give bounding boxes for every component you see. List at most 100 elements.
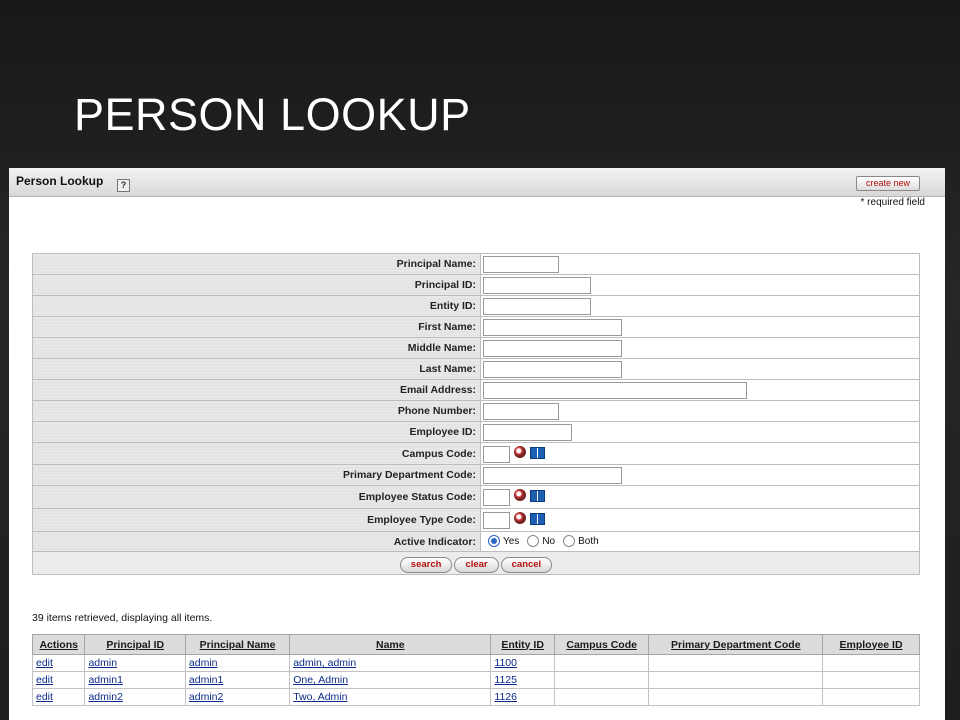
direct-inquiry-book-icon[interactable] bbox=[530, 446, 545, 459]
search-lookup-icon[interactable] bbox=[514, 489, 526, 501]
last-name-input[interactable] bbox=[483, 361, 622, 378]
campus-code-input[interactable] bbox=[483, 445, 510, 463]
table-row: edit admin1 admin1 One, Admin 1125 bbox=[31, 671, 920, 689]
column-header-principal-name[interactable]: Principal Name bbox=[184, 634, 291, 655]
help-icon[interactable]: ? bbox=[117, 179, 130, 192]
cancel-button[interactable]: cancel bbox=[500, 556, 553, 573]
criteria-row-primary-department-code: Primary Department Code: bbox=[32, 464, 920, 486]
criteria-value-cell bbox=[480, 485, 920, 509]
principal-id-input[interactable] bbox=[483, 277, 591, 294]
middle-name-input[interactable] bbox=[483, 340, 622, 357]
cell-link[interactable]: 1126 bbox=[494, 691, 517, 703]
active-no-label: No bbox=[542, 535, 556, 547]
phone-number-input[interactable] bbox=[483, 403, 559, 420]
table-row: edit admin admin admin, admin 1100 bbox=[31, 654, 920, 672]
clear-button[interactable]: clear bbox=[454, 556, 499, 573]
search-button[interactable]: search bbox=[399, 556, 453, 573]
table-cell: admin1 bbox=[84, 671, 186, 689]
table-cell bbox=[822, 688, 920, 706]
cell-link[interactable]: admin2 bbox=[88, 691, 122, 703]
cell-link[interactable]: admin bbox=[189, 657, 218, 669]
direct-inquiry-book-icon[interactable] bbox=[530, 513, 545, 525]
table-cell: admin2 bbox=[184, 688, 291, 706]
page-header: Person Lookup ? create new bbox=[9, 168, 945, 197]
table-cell: edit bbox=[31, 688, 86, 706]
employee-type-code-input[interactable] bbox=[483, 512, 510, 529]
criteria-label: Employee ID: bbox=[32, 421, 481, 443]
table-cell bbox=[553, 654, 650, 672]
criteria-value-cell bbox=[480, 295, 920, 317]
active-both-radio[interactable] bbox=[563, 535, 576, 548]
criteria-row-middle-name: Middle Name: bbox=[32, 337, 920, 359]
criteria-row-first-name: First Name: bbox=[32, 316, 920, 338]
direct-inquiry-book-icon[interactable] bbox=[530, 490, 545, 502]
column-header-principal-id[interactable]: Principal ID bbox=[84, 634, 186, 655]
column-header-primary-department-code[interactable]: Primary Department Code bbox=[648, 634, 824, 655]
criteria-label: Active Indicator: bbox=[32, 531, 481, 552]
active-no-radio[interactable] bbox=[527, 535, 540, 548]
results-count: 39 items retrieved, displaying all items… bbox=[32, 612, 213, 624]
criteria-row-principal-name: Principal Name: bbox=[32, 253, 920, 275]
table-cell: 1125 bbox=[490, 671, 555, 689]
criteria-value-cell bbox=[480, 337, 920, 359]
criteria-value-cell bbox=[480, 358, 920, 380]
criteria-label: Email Address: bbox=[32, 379, 481, 401]
create-new-button[interactable]: create new bbox=[856, 176, 920, 191]
active-yes-radio[interactable] bbox=[488, 535, 500, 548]
table-cell: 1100 bbox=[490, 654, 555, 672]
screenshot-panel: Person Lookup ? create new * required fi… bbox=[9, 168, 945, 720]
employee-status-code-input[interactable] bbox=[483, 489, 510, 506]
edit-link[interactable]: edit bbox=[36, 657, 53, 669]
cell-link[interactable]: admin1 bbox=[88, 674, 122, 686]
cell-link[interactable]: 1100 bbox=[494, 657, 517, 669]
table-cell: admin bbox=[184, 654, 291, 672]
criteria-value-cell bbox=[480, 274, 920, 296]
criteria-row-employee-id: Employee ID: bbox=[32, 421, 920, 443]
criteria-row-phone-number: Phone Number: bbox=[32, 400, 920, 422]
first-name-input[interactable] bbox=[483, 319, 622, 336]
principal-name-input[interactable] bbox=[483, 256, 559, 273]
search-lookup-icon[interactable] bbox=[514, 445, 526, 458]
table-cell bbox=[553, 671, 650, 689]
criteria-label: Principal ID: bbox=[32, 274, 481, 296]
edit-link[interactable]: edit bbox=[36, 674, 53, 686]
criteria-label: Last Name: bbox=[32, 358, 481, 380]
entity-id-input[interactable] bbox=[483, 298, 591, 315]
cell-link[interactable]: admin, admin bbox=[293, 657, 356, 669]
cell-link[interactable]: admin bbox=[88, 657, 117, 669]
table-cell bbox=[822, 654, 920, 672]
criteria-row-principal-id: Principal ID: bbox=[32, 274, 920, 296]
cell-link[interactable]: admin1 bbox=[189, 674, 223, 686]
slide-title: PERSON LOOKUP bbox=[74, 89, 471, 140]
criteria-row-employee-status-code: Employee Status Code: bbox=[32, 485, 920, 509]
cell-link[interactable]: One, Admin bbox=[293, 674, 348, 686]
criteria-label: Phone Number: bbox=[32, 400, 481, 422]
active-both-label: Both bbox=[578, 535, 599, 547]
criteria-value-cell bbox=[480, 253, 920, 275]
cell-link[interactable]: 1125 bbox=[494, 674, 517, 686]
table-cell: 1126 bbox=[490, 688, 555, 706]
criteria-label: Primary Department Code: bbox=[32, 464, 481, 486]
employee-id-input[interactable] bbox=[483, 424, 572, 441]
button-row: search clear cancel bbox=[32, 551, 920, 575]
email-address-input[interactable] bbox=[483, 382, 747, 399]
column-header-entity-id[interactable]: Entity ID bbox=[490, 634, 555, 655]
column-header-employee-id[interactable]: Employee ID bbox=[822, 634, 920, 655]
criteria-label: Entity ID: bbox=[32, 295, 481, 317]
table-cell: One, Admin bbox=[289, 671, 492, 689]
cell-link[interactable]: admin2 bbox=[189, 691, 223, 703]
column-header-name[interactable]: Name bbox=[289, 634, 492, 655]
primary-department-code-input[interactable] bbox=[483, 467, 622, 484]
cell-link[interactable]: Two, Admin bbox=[293, 691, 347, 703]
table-cell bbox=[822, 671, 920, 689]
table-cell: admin1 bbox=[184, 671, 291, 689]
edit-link[interactable]: edit bbox=[36, 691, 53, 703]
search-lookup-icon[interactable] bbox=[514, 512, 526, 524]
criteria-row-email-address: Email Address: bbox=[32, 379, 920, 401]
criteria-row-active-indicator: Active Indicator: Yes No Both bbox=[32, 531, 920, 552]
column-header-campus-code[interactable]: Campus Code bbox=[553, 634, 650, 655]
table-cell bbox=[648, 688, 824, 706]
table-cell: admin, admin bbox=[289, 654, 492, 672]
criteria-label: Employee Type Code: bbox=[32, 508, 481, 532]
column-header-actions[interactable]: Actions bbox=[31, 634, 86, 655]
